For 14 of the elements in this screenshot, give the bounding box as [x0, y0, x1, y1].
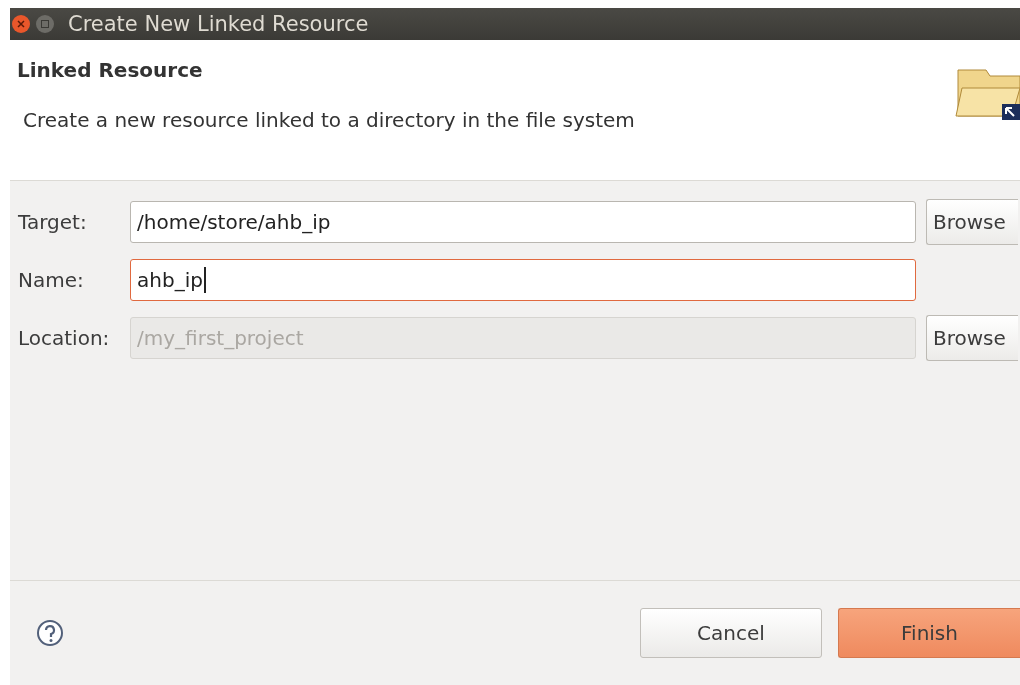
finish-button[interactable]: Finish	[838, 608, 1020, 658]
help-icon[interactable]	[36, 619, 64, 647]
browse-button[interactable]: Browse	[926, 199, 1018, 245]
text-field[interactable]: ahb_ip	[130, 259, 916, 301]
field-label: Location:	[18, 326, 111, 350]
text-field[interactable]: /home/store/ahb_ip	[130, 201, 916, 243]
close-icon[interactable]	[12, 15, 30, 33]
field-label: Name:	[18, 268, 85, 292]
maximize-icon[interactable]	[36, 15, 54, 33]
cancel-button[interactable]: Cancel	[640, 608, 822, 658]
field-label: Target:	[18, 210, 88, 234]
window-title: Create New Linked Resource	[68, 12, 369, 36]
page-description: Create a new resource linked to a directory in the file system	[22, 108, 635, 132]
page-title: Linked Resource	[17, 58, 204, 82]
